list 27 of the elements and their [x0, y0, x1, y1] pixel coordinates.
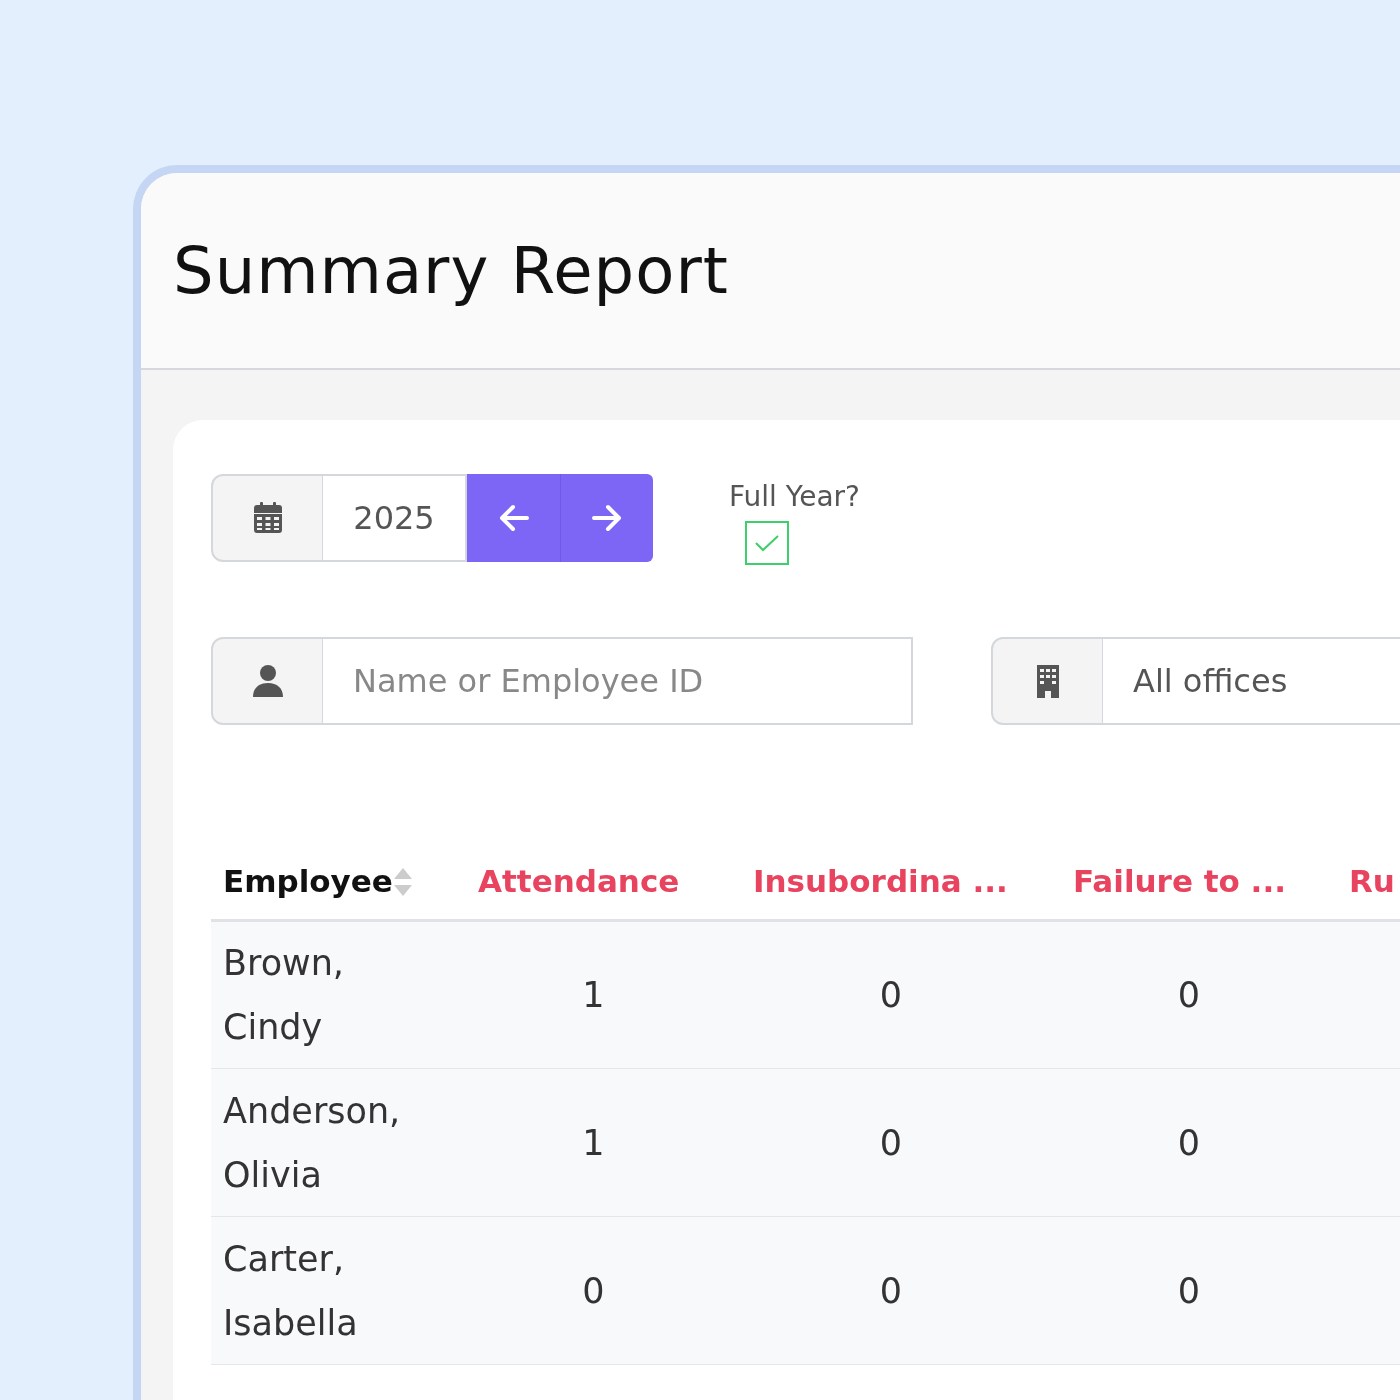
count-cell: 0	[1177, 1270, 1201, 1311]
column-header[interactable]: Employee	[223, 863, 393, 899]
count-cell: 0	[879, 975, 903, 1015]
count-cell: 0	[1177, 1122, 1201, 1163]
page-title: Summary Report	[173, 233, 729, 308]
count-cell: 0	[1177, 975, 1201, 1015]
full-year-checkbox[interactable]	[745, 521, 789, 565]
employee-name: Carter, Isabella	[223, 1237, 359, 1345]
column-header[interactable]: Insubordina ...	[753, 863, 1008, 899]
full-year-label: Full Year?	[729, 480, 860, 513]
count-cell: 0	[879, 1270, 903, 1311]
employee-name: Brown, Cindy	[223, 942, 345, 1049]
next-year-button[interactable]	[560, 474, 653, 562]
employee-name: Anderson, Olivia	[223, 1089, 402, 1197]
column-header[interactable]: Attendance	[478, 863, 680, 899]
right-arrow-icon	[590, 503, 624, 533]
check-icon	[754, 533, 780, 553]
count-cell: 0	[879, 1122, 903, 1163]
count-cell: 1	[582, 975, 605, 1015]
count-cell: 1	[582, 1122, 605, 1163]
column-header[interactable]: Failure to ...	[1073, 863, 1286, 899]
office-dropdown[interactable]: All offices	[1103, 637, 1400, 725]
column-header[interactable]: Ru	[1349, 863, 1395, 899]
count-cell: 0	[582, 1270, 605, 1311]
person-icon	[250, 664, 285, 698]
previous-year-button[interactable]	[467, 474, 560, 562]
search-field[interactable]: Name or Employee ID	[323, 637, 913, 725]
